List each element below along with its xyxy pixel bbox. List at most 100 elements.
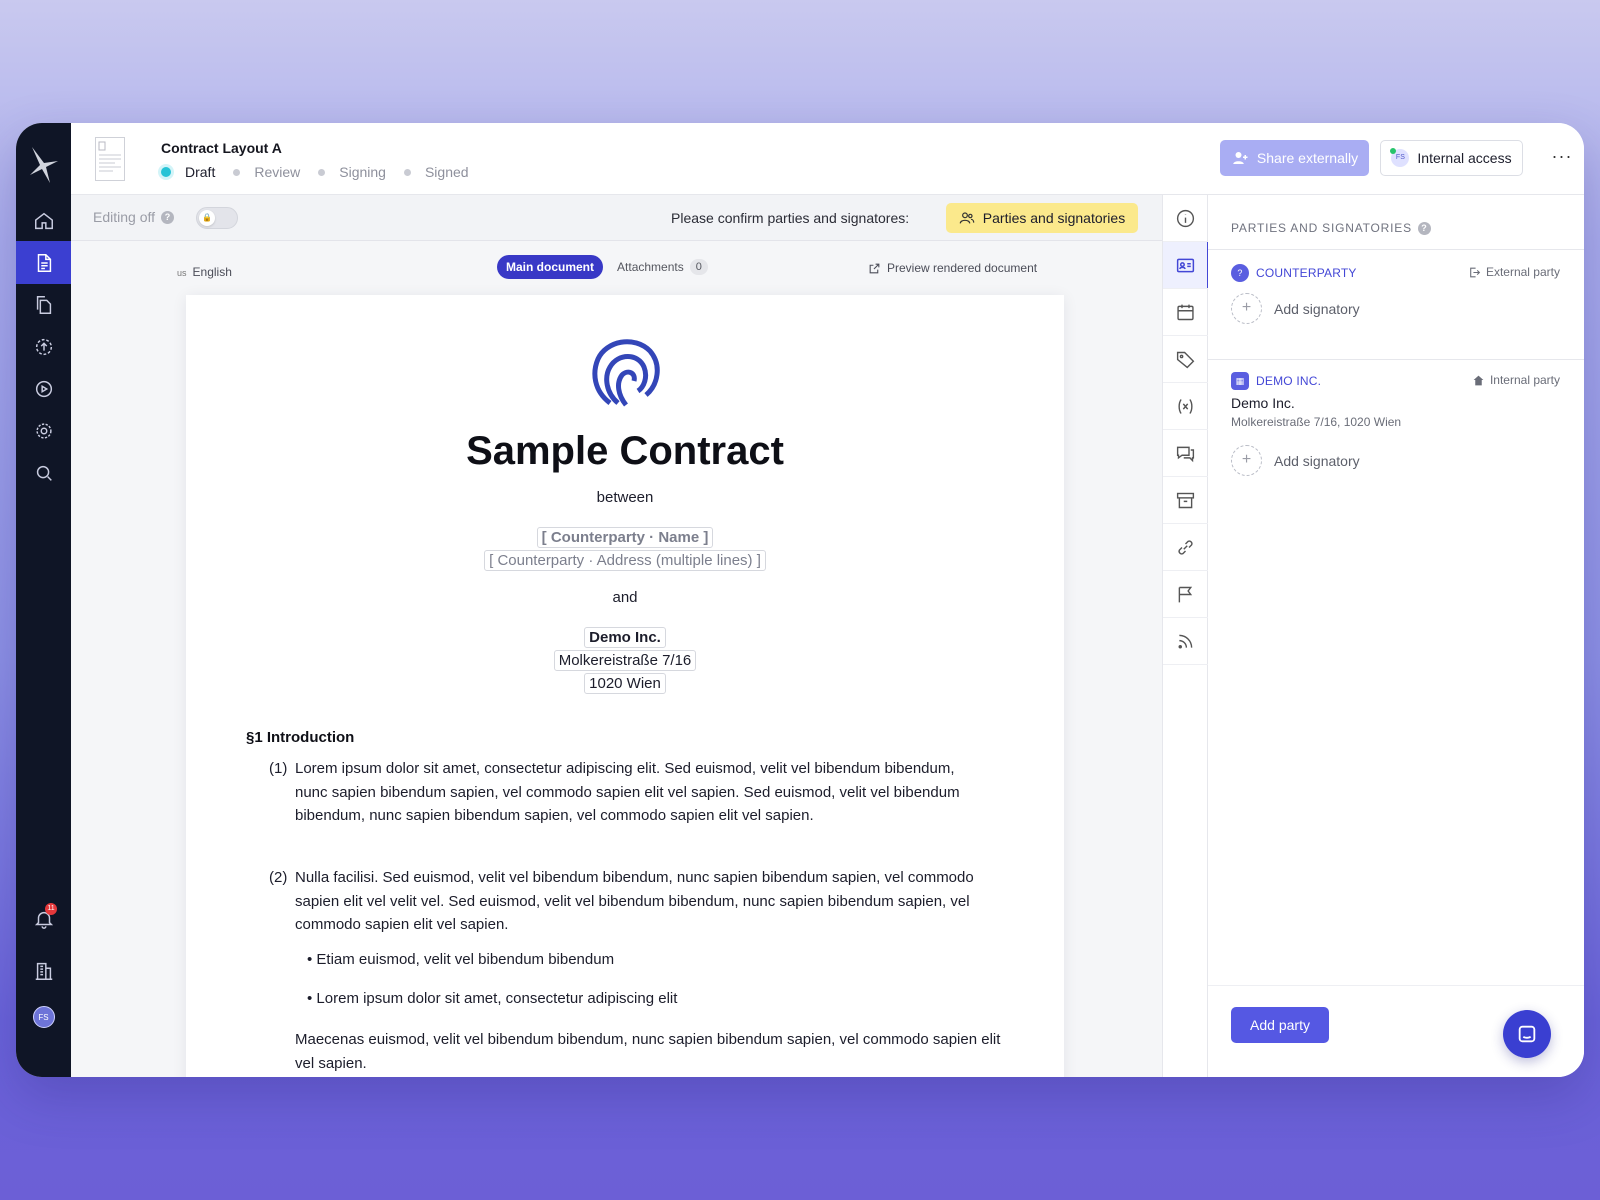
confirm-parties-text: Please confirm parties and signatores: — [671, 210, 910, 226]
rss-icon — [1178, 634, 1193, 648]
party-city-row: 1020 Wien — [186, 673, 1064, 694]
brand-logo-icon[interactable] — [28, 145, 62, 185]
building-icon: ▦ — [1231, 372, 1249, 390]
nav-settings[interactable] — [16, 409, 71, 452]
party-city-field[interactable]: 1020 Wien — [584, 673, 666, 694]
nav-home[interactable] — [16, 199, 71, 242]
rail-flags[interactable] — [1163, 571, 1208, 618]
language-label: English — [192, 265, 232, 279]
document-thumbnail-icon — [95, 137, 125, 181]
paragraph-text: Nulla facilisi. Sed euismod, velit vel b… — [295, 869, 974, 933]
rail-feed[interactable] — [1163, 618, 1208, 665]
nav-documents[interactable] — [16, 241, 71, 284]
step-signed[interactable]: Signed — [403, 164, 469, 180]
more-options-button[interactable]: ··· — [1549, 145, 1575, 171]
plus-icon: + — [1231, 445, 1262, 476]
party-demo-inc: ▦ DEMO INC. Internal party Demo Inc. Mol… — [1208, 359, 1584, 507]
home-icon — [1473, 375, 1484, 385]
party-address: Molkereistraße 7/16, 1020 Wien — [1231, 415, 1402, 429]
add-signatory-button[interactable]: + Add signatory — [1231, 445, 1360, 476]
counterparty-name-field[interactable]: [ Counterparty · Name ] — [536, 527, 714, 548]
info-icon — [1176, 209, 1195, 227]
contact-card-icon — [1176, 258, 1195, 272]
question-icon: ? — [1231, 264, 1249, 282]
exit-icon — [1470, 267, 1481, 277]
help-icon[interactable]: ? — [1417, 221, 1431, 235]
chat-icon — [1518, 1025, 1536, 1043]
party-type-label: External party — [1468, 265, 1560, 279]
internal-access-button[interactable]: FS Internal access — [1380, 140, 1523, 176]
editor-toolbar: Editing off ? 🔒 Please confirm parties a… — [71, 195, 1162, 241]
variable-icon — [1178, 398, 1193, 414]
document-page[interactable]: Sample Contract between [ Counterparty ·… — [186, 295, 1064, 1077]
nav-search[interactable] — [16, 451, 71, 494]
section-heading: §1 Introduction — [246, 729, 355, 746]
editing-toggle[interactable]: 🔒 — [196, 207, 238, 229]
help-icon[interactable]: ? — [161, 210, 175, 224]
editing-status: Editing off ? — [93, 209, 175, 225]
party-street-field[interactable]: Molkereistraße 7/16 — [553, 650, 697, 671]
nav-profile[interactable]: FS — [16, 995, 71, 1038]
language-code: us — [177, 268, 187, 278]
counterparty-address-field[interactable]: [ Counterparty · Address (multiple lines… — [484, 550, 766, 571]
nav-notifications[interactable]: 11 — [16, 897, 71, 940]
left-nav: 11 FS — [16, 123, 71, 1077]
paragraph-2: (2) Nulla facilisi. Sed euismod, velit v… — [269, 866, 985, 937]
rail-archive[interactable] — [1163, 477, 1208, 524]
play-circle-icon — [35, 380, 52, 397]
parties-panel: PARTIES AND SIGNATORIES ? ? COUNTERPARTY… — [1208, 195, 1584, 1077]
building-icon — [35, 962, 52, 980]
tab-attachments[interactable]: Attachments 0 — [617, 259, 708, 275]
counterparty-name-row: [ Counterparty · Name ] — [186, 527, 1064, 548]
rail-parties[interactable] — [1163, 242, 1209, 289]
panel-footer-divider — [1208, 985, 1584, 986]
tag-icon — [1176, 351, 1195, 368]
step-review[interactable]: Review — [233, 164, 300, 180]
preview-rendered-link[interactable]: Preview rendered document — [868, 261, 1037, 275]
nav-upload[interactable] — [16, 325, 71, 368]
party-header[interactable]: ▦ DEMO INC. — [1231, 372, 1321, 390]
search-icon — [36, 465, 52, 481]
add-signatory-button[interactable]: + Add signatory — [1231, 293, 1360, 324]
list-item: • Etiam euismod, velit vel bibendum bibe… — [307, 951, 615, 968]
paragraph-3: Maecenas euismod, velit vel bibendum bib… — [295, 1031, 1001, 1072]
paragraph-number: (2) — [269, 869, 288, 886]
party-name: Demo Inc. — [1231, 395, 1295, 411]
flag-icon — [1178, 586, 1193, 602]
step-signing[interactable]: Signing — [318, 164, 386, 180]
party-header[interactable]: ? COUNTERPARTY — [1231, 264, 1357, 282]
plus-icon: + — [1231, 293, 1262, 324]
step-draft[interactable]: Draft — [161, 164, 215, 180]
tab-main-document[interactable]: Main document — [497, 255, 604, 279]
rail-variables[interactable] — [1163, 383, 1208, 430]
document-canvas: us English Main document Attachments 0 P… — [71, 241, 1162, 1077]
app-window: 11 FS Contract Layout A Draft Review Sig… — [16, 123, 1584, 1077]
nav-organization[interactable] — [16, 949, 71, 992]
rail-tags[interactable] — [1163, 336, 1208, 383]
notification-badge: 11 — [45, 903, 57, 915]
and-text: and — [612, 589, 638, 606]
nav-play[interactable] — [16, 367, 71, 410]
link-icon — [1178, 539, 1193, 555]
step-dot — [233, 168, 241, 176]
rail-links[interactable] — [1163, 524, 1208, 571]
party-name-field[interactable]: Demo Inc. — [584, 627, 666, 648]
parties-and-signatories-button[interactable]: Parties and signatories — [946, 203, 1138, 233]
share-externally-button[interactable]: Share externally — [1220, 140, 1369, 176]
add-party-button[interactable]: Add party — [1231, 1007, 1329, 1043]
rail-comments[interactable] — [1163, 430, 1208, 477]
language-selector[interactable]: us English — [177, 265, 232, 279]
rail-dates[interactable] — [1163, 289, 1208, 336]
step-dot — [318, 168, 326, 176]
step-dot — [403, 168, 411, 176]
rail-info[interactable] — [1163, 195, 1208, 242]
party-type-label: Internal party — [1472, 373, 1560, 387]
chat-launcher-button[interactable] — [1503, 1010, 1551, 1058]
list-item: • Lorem ipsum dolor sit amet, consectetu… — [307, 990, 678, 1007]
add-user-icon — [1233, 152, 1248, 164]
document-title-heading: Sample Contract — [466, 429, 784, 473]
home-icon — [34, 212, 53, 229]
nav-templates[interactable] — [16, 283, 71, 326]
users-icon — [959, 212, 975, 224]
party-name-row: Demo Inc. — [186, 627, 1064, 648]
